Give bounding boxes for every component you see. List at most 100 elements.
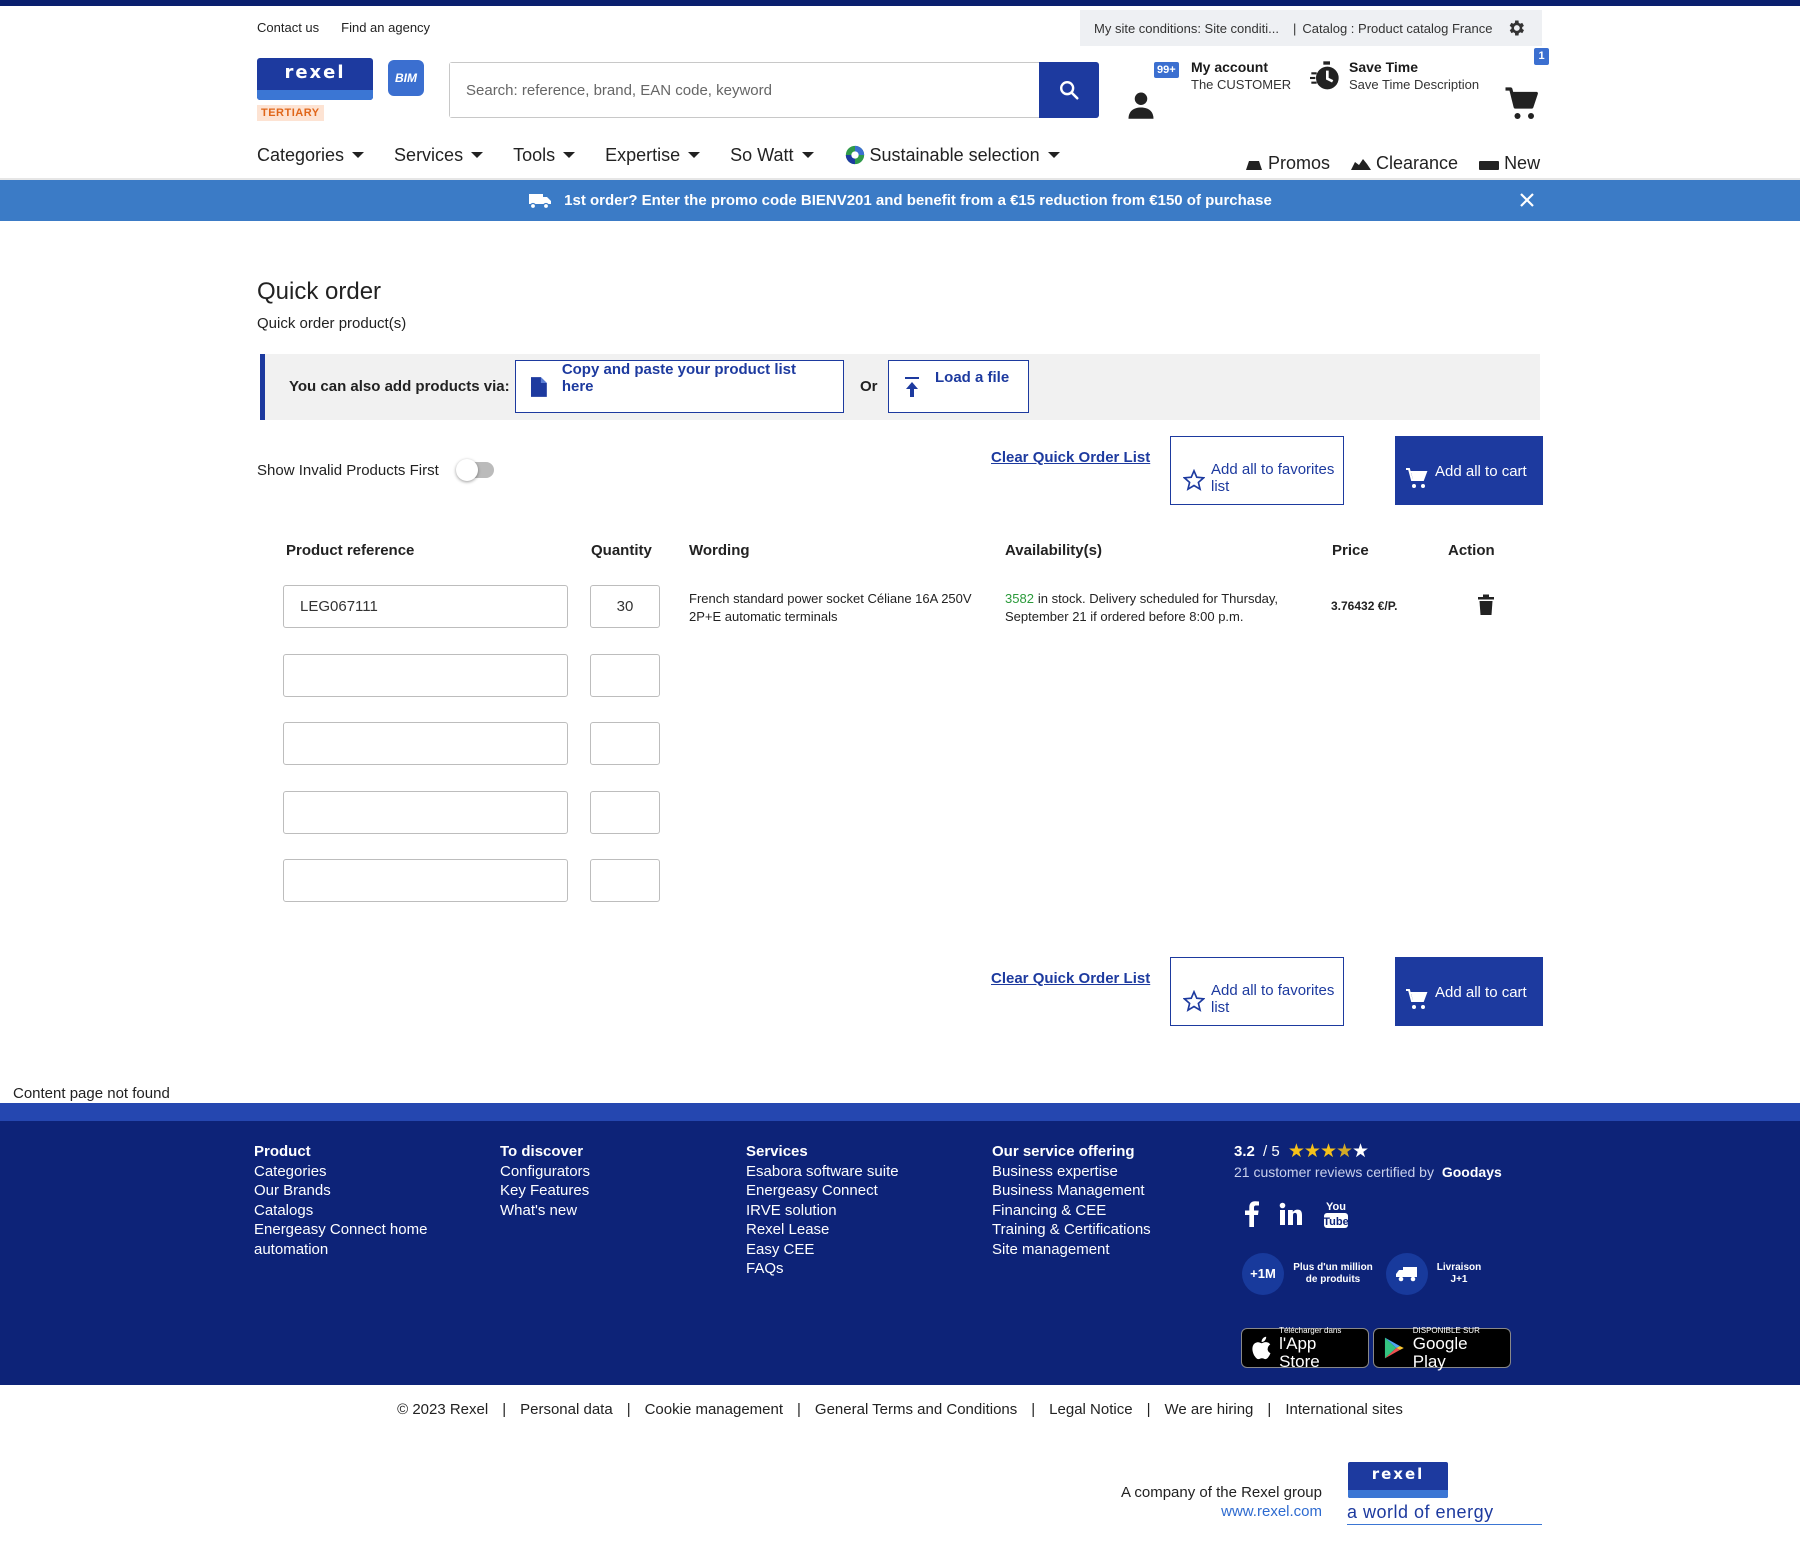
close-icon[interactable] [1518,191,1536,209]
quantity-input[interactable] [590,791,660,834]
add-all-to-cart-button[interactable]: Add all to cart [1395,436,1543,505]
copy-paste-button[interactable]: Copy and paste your product list here [515,360,844,413]
site-conditions-bar[interactable]: My site conditions: Site conditi... | Ca… [1080,10,1542,46]
site-conditions-text[interactable]: My site conditions: Site conditi... [1094,21,1279,36]
cart-count-badge: 1 [1534,48,1549,65]
quantity-input[interactable] [590,859,660,902]
quantity-input[interactable] [590,722,660,765]
search-bar [449,62,1099,118]
product-reference-input[interactable] [283,722,568,765]
international-sites-link[interactable]: International sites [1285,1401,1403,1418]
goodays-logo[interactable]: Goodays [1442,1164,1502,1180]
search-input[interactable] [450,63,1039,117]
nav-new[interactable]: New [1478,153,1540,174]
nav-promos[interactable]: Promos [1244,153,1330,174]
app-store-button[interactable]: Télécharger dans l'App Store [1241,1326,1369,1370]
cookie-management-link[interactable]: Cookie management [645,1401,783,1418]
svg-text:You: You [1326,1201,1346,1213]
segment-badge: TERTIARY [257,105,324,121]
footer-heading: Product [254,1143,311,1160]
nav-label: Services [394,144,464,165]
nav-label: Sustainable selection [869,144,1040,165]
rexel-group-logo[interactable]: rexel [1348,1462,1448,1498]
personal-data-link[interactable]: Personal data [520,1401,613,1418]
youtube-icon[interactable]: You Tube [1323,1199,1349,1229]
product-reference-input[interactable] [283,585,568,628]
nav-clearance[interactable]: Clearance [1350,153,1458,174]
footer-link[interactable]: Key Features [500,1181,700,1201]
footer-link[interactable]: Training & Certifications [992,1220,1202,1240]
nav-expertise[interactable]: Expertise [605,144,701,166]
facebook-icon[interactable] [1245,1201,1259,1227]
footer-link[interactable]: What's new [500,1201,700,1221]
footer-link[interactable]: Business Management [992,1181,1202,1201]
nav-label: Clearance [1376,153,1459,173]
footer-link[interactable]: Configurators [500,1162,700,1182]
linkedin-icon[interactable] [1279,1202,1303,1226]
my-account-customer: The CUSTOMER [1191,77,1292,92]
rating-stars: ★★★★★ [1287,1141,1369,1162]
nav-sustainable-selection[interactable]: Sustainable selection [844,144,1060,166]
add-all-to-cart-button-bottom[interactable]: Add all to cart [1395,957,1543,1026]
separator: | [1292,20,1297,36]
footer-link[interactable]: Energeasy Connect home automation [254,1220,454,1259]
nav-so-watt[interactable]: So Watt [730,144,814,166]
footer-link[interactable]: Site management [992,1240,1202,1260]
legal-notice-link[interactable]: Legal Notice [1049,1401,1132,1418]
footer-link[interactable]: Our Brands [254,1181,454,1201]
social-links: You Tube [1245,1199,1349,1229]
google-play-button[interactable]: DISPONIBLE SUR Google Play [1373,1326,1511,1370]
quantity-input[interactable] [590,654,660,697]
load-file-button[interactable]: Load a file [888,360,1029,413]
footer-link[interactable]: Easy CEE [746,1240,946,1260]
add-all-favorites-button[interactable]: Add all to favorites list [1170,436,1344,505]
footer-column-services: Services Esabora software suite Energeas… [746,1142,946,1279]
footer-link[interactable]: Categories [254,1162,454,1182]
find-agency-link[interactable]: Find an agency [341,20,430,35]
gear-icon[interactable] [1506,18,1526,38]
quantity-input[interactable] [590,585,660,628]
secondary-navigation: Promos Clearance New [1244,153,1540,174]
next-day-delivery-badge: Livraison J+1 [1386,1253,1484,1295]
contact-us-link[interactable]: Contact us [257,20,319,35]
product-reference-input[interactable] [283,791,568,834]
stopwatch-icon[interactable] [1310,60,1342,92]
nav-services[interactable]: Services [394,144,484,166]
header-product-reference: Product reference [286,542,415,559]
footer-link[interactable]: Energeasy Connect [746,1181,946,1201]
footer-link[interactable]: IRVE solution [746,1201,946,1221]
rexel-logo[interactable]: rexel [257,58,373,100]
caret-down-icon [352,152,365,158]
nav-categories[interactable]: Categories [257,144,365,166]
footer-link[interactable]: Esabora software suite [746,1162,946,1182]
product-reference-input[interactable] [283,859,568,902]
delivery-truck-icon [1396,1267,1417,1282]
product-wording: French standard power socket Céliane 16A… [689,591,972,624]
company-line: A company of the Rexel group [1121,1484,1322,1501]
terms-link[interactable]: General Terms and Conditions [815,1401,1017,1418]
nav-tools[interactable]: Tools [513,144,576,166]
hiring-link[interactable]: We are hiring [1164,1401,1253,1418]
footer-link[interactable]: FAQs [746,1259,946,1279]
copyright: © 2023 Rexel [397,1401,489,1418]
footer-link[interactable]: Catalogs [254,1201,454,1221]
rexel-website-link[interactable]: www.rexel.com [1221,1503,1322,1520]
product-reference-input[interactable] [283,654,568,697]
cart-icon[interactable] [1504,86,1540,122]
save-time-link[interactable]: Save Time Save Time Description [1349,59,1479,93]
clear-quick-order-link[interactable]: Clear Quick Order List [991,449,1150,466]
footer-link[interactable]: Financing & CEE [992,1201,1202,1221]
search-button[interactable] [1039,62,1099,118]
favorites-label: Add all to favorites list [1211,982,1335,1016]
footer-link[interactable]: Rexel Lease [746,1220,946,1240]
my-account-link[interactable]: My account The CUSTOMER [1191,59,1291,93]
show-invalid-toggle[interactable] [456,459,494,481]
bim-logo[interactable]: BIM [388,60,424,96]
add-all-favorites-button-bottom[interactable]: Add all to favorites list [1170,957,1344,1026]
account-icon[interactable] [1126,90,1156,120]
trash-icon[interactable] [1477,594,1495,616]
clear-quick-order-link-bottom[interactable]: Clear Quick Order List [991,970,1150,987]
separator: | [1267,1401,1272,1418]
footer-link[interactable]: Business expertise [992,1162,1202,1182]
catalog-text[interactable]: Catalog : Product catalog France [1302,21,1492,36]
